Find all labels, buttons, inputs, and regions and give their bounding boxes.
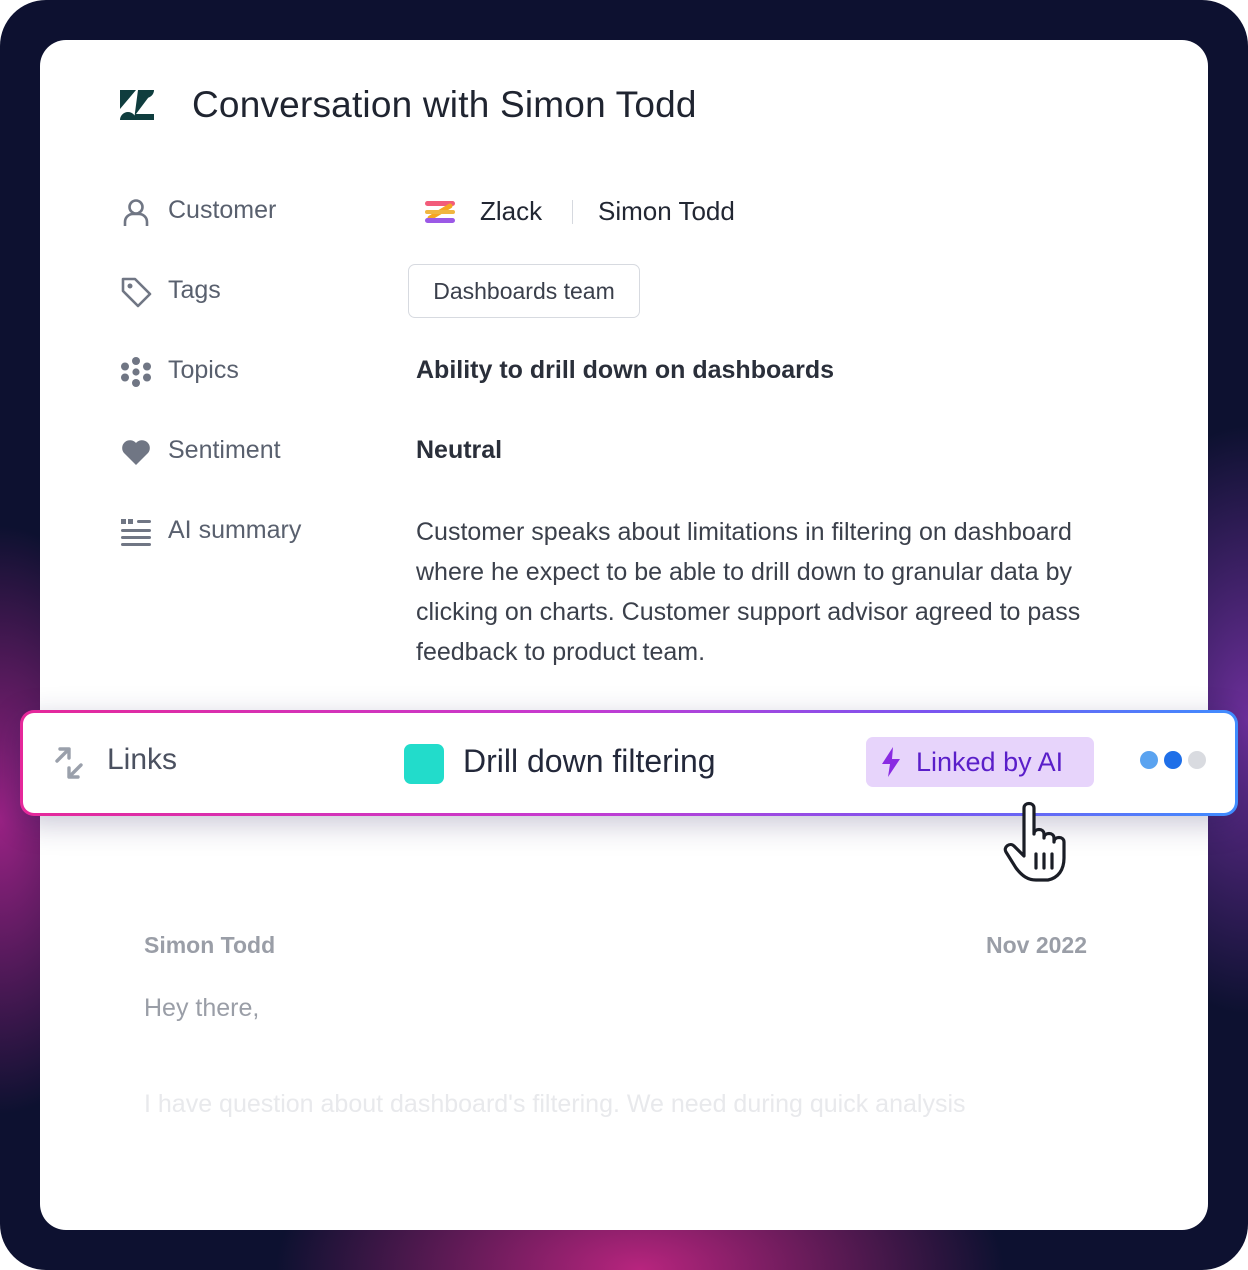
customer-company: Zlack [480, 196, 543, 226]
tags-label: Tags [168, 276, 221, 304]
bolt-icon [882, 747, 900, 777]
hand-cursor-icon [1003, 801, 1066, 882]
header: Conversation with Simon Todd [120, 84, 697, 126]
topic-value: Ability to drill down on dashboards [416, 356, 835, 384]
user-icon [118, 194, 154, 230]
divider [572, 200, 573, 224]
linked-by-ai-label: Linked by AI [916, 746, 1064, 777]
message-greeting: Hey there, [144, 994, 260, 1022]
sentiment-label: Sentiment [168, 436, 281, 464]
zendesk-logo-icon [120, 90, 154, 120]
page-title: Conversation with Simon Todd [192, 84, 697, 125]
sentiment-value: Neutral [416, 436, 503, 464]
tag-chip[interactable]: Dashboards team [408, 264, 640, 318]
topics-icon [118, 354, 154, 390]
links-icon [55, 747, 83, 779]
heart-icon [118, 434, 154, 470]
customer-name: Simon Todd [598, 196, 735, 226]
summary-label: AI summary [168, 516, 302, 544]
linked-item[interactable]: Drill down filtering [463, 743, 716, 780]
links-label: Links [107, 743, 178, 776]
message-body: I have question about dashboard's filter… [144, 1090, 966, 1118]
summary-text: Customer speaks about limitations in fil… [416, 518, 1081, 666]
zlack-logo-icon [425, 201, 455, 223]
message-date: Nov 2022 [986, 932, 1088, 958]
customer-label: Customer [168, 196, 277, 224]
topics-label: Topics [168, 356, 239, 384]
link-color-swatch [404, 744, 444, 784]
more-dots-icon[interactable] [1140, 751, 1206, 769]
tag-icon [118, 274, 154, 310]
message-author: Simon Todd [144, 932, 276, 958]
linked-by-ai-badge[interactable]: Linked by AI [866, 737, 1094, 787]
summary-icon [118, 514, 154, 550]
